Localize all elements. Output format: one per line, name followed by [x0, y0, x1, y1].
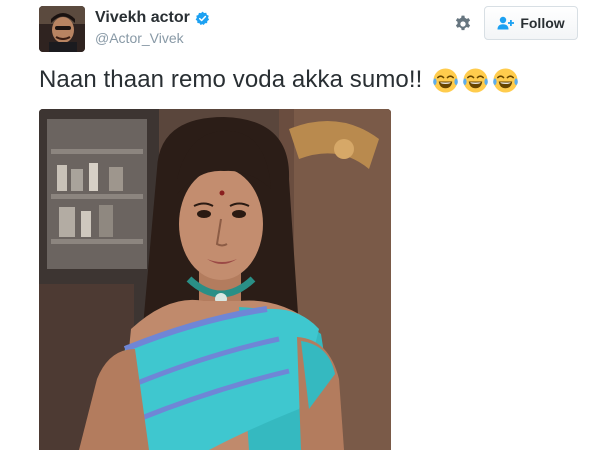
verified-badge-icon	[195, 11, 210, 26]
tweet-text-row: Naan thaan remo voda akka sumo!!	[39, 66, 519, 94]
display-name[interactable]: Vivekh actor	[95, 9, 190, 27]
tweet-card: Vivekh actor @Actor_Vivek Follow Naan th…	[0, 0, 600, 450]
tears-of-joy-emoji-icon	[462, 67, 489, 94]
gear-icon[interactable]	[453, 14, 473, 34]
user-handle[interactable]: @Actor_Vivek	[95, 30, 210, 46]
tears-of-joy-emoji-icon	[432, 67, 459, 94]
follow-button[interactable]: Follow	[484, 6, 578, 40]
photo-illustration	[39, 109, 391, 450]
name-line: Vivekh actor	[95, 9, 210, 27]
tweet-media-photo[interactable]	[39, 109, 391, 450]
follow-button-label: Follow	[520, 15, 565, 31]
emoji-group	[432, 67, 519, 94]
tweet-text: Naan thaan remo voda akka sumo!!	[39, 66, 423, 93]
tears-of-joy-emoji-icon	[492, 67, 519, 94]
user-info: Vivekh actor @Actor_Vivek	[95, 9, 210, 46]
add-user-icon	[497, 16, 515, 30]
avatar-photo	[39, 6, 85, 52]
avatar[interactable]	[39, 6, 85, 52]
